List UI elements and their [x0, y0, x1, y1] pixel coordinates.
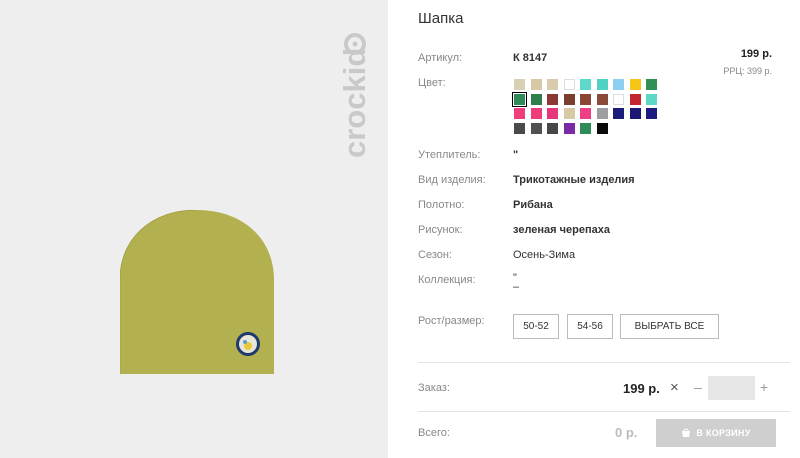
season-label: Сезон:	[418, 249, 452, 261]
quantity-increment-button[interactable]: +	[758, 379, 770, 395]
color-swatch[interactable]	[613, 93, 624, 105]
cart-icon	[682, 428, 691, 437]
color-swatch[interactable]	[563, 93, 575, 105]
color-swatch[interactable]	[563, 79, 575, 90]
product-image-panel: crockid	[0, 0, 388, 458]
quantity-input[interactable]	[708, 376, 755, 400]
pattern-label: Рисунок:	[418, 224, 463, 236]
color-swatch[interactable]	[530, 93, 542, 105]
insulation-label: Утеплитель:	[418, 149, 481, 161]
rrp-price: РРЦ: 399 р.	[723, 66, 772, 76]
divider	[418, 362, 790, 363]
color-swatch[interactable]	[547, 79, 558, 90]
color-swatch[interactable]	[646, 93, 657, 105]
color-swatch[interactable]	[629, 79, 641, 90]
add-to-cart-label: В КОРЗИНУ	[696, 428, 751, 438]
crockid-logo: crockid	[337, 33, 372, 158]
color-swatch[interactable]	[580, 108, 591, 119]
hat-badge	[236, 332, 260, 356]
color-swatch[interactable]	[629, 93, 641, 105]
fabric-value: Рибана	[513, 199, 553, 211]
order-price: 199 р.	[623, 381, 660, 396]
color-swatch[interactable]	[613, 79, 624, 90]
color-swatch[interactable]	[596, 79, 608, 90]
color-swatch[interactable]	[646, 108, 657, 119]
color-swatch[interactable]	[596, 93, 608, 105]
color-swatch[interactable]	[530, 108, 542, 119]
add-to-cart-button[interactable]: В КОРЗИНУ	[656, 419, 776, 447]
pattern-value: зеленая черепаха	[513, 224, 610, 236]
color-swatch[interactable]	[514, 108, 525, 119]
collection-value-2: –	[513, 281, 520, 293]
color-swatch[interactable]	[512, 91, 527, 107]
color-swatch[interactable]	[580, 79, 591, 90]
color-swatch[interactable]	[646, 79, 657, 90]
product-details: Шапка Артикул: К 8147 199 р. РРЦ: 399 р.…	[418, 0, 790, 458]
collection-label: Коллекция:	[418, 274, 476, 286]
total-value: 0 р.	[615, 425, 638, 440]
times-icon: ×	[670, 379, 679, 396]
article-label: Артикул:	[418, 52, 463, 64]
color-swatch[interactable]	[580, 93, 591, 105]
color-swatch[interactable]	[596, 108, 608, 119]
logo-text: crockid	[337, 48, 372, 158]
total-label: Всего:	[418, 427, 450, 439]
product-type-value: Трикотажные изделия	[513, 174, 635, 186]
size-option-54-56[interactable]: 54-56	[567, 314, 613, 339]
product-title: Шапка	[418, 10, 464, 27]
color-swatch[interactable]	[530, 79, 542, 90]
divider	[418, 411, 790, 412]
color-swatch[interactable]	[547, 108, 558, 119]
season-value: Осень-Зима	[513, 249, 576, 261]
order-label: Заказ:	[418, 382, 450, 394]
color-swatch[interactable]	[547, 93, 558, 105]
color-swatch[interactable]	[514, 79, 525, 90]
insulation-value: "	[513, 149, 519, 161]
color-swatch[interactable]	[613, 108, 624, 119]
color-swatch[interactable]	[547, 122, 558, 134]
hat-image	[120, 210, 274, 374]
quantity-decrement-button[interactable]: –	[692, 379, 704, 395]
color-swatch[interactable]	[596, 122, 608, 134]
product-type-label: Вид изделия:	[418, 174, 486, 186]
fabric-label: Полотно:	[418, 199, 465, 211]
color-swatch[interactable]	[580, 122, 591, 134]
color-swatch[interactable]	[530, 122, 542, 134]
color-swatch[interactable]	[514, 122, 525, 134]
size-option-50-52[interactable]: 50-52	[513, 314, 559, 339]
article-value: К 8147	[513, 52, 548, 64]
color-swatch[interactable]	[629, 108, 641, 119]
color-swatch[interactable]	[563, 122, 575, 134]
size-label: Рост/размер:	[418, 315, 485, 327]
color-swatch[interactable]	[563, 108, 575, 119]
select-all-button[interactable]: ВЫБРАТЬ ВСЕ	[620, 314, 719, 339]
color-label: Цвет:	[418, 77, 446, 89]
product-price: 199 р.	[740, 48, 772, 60]
